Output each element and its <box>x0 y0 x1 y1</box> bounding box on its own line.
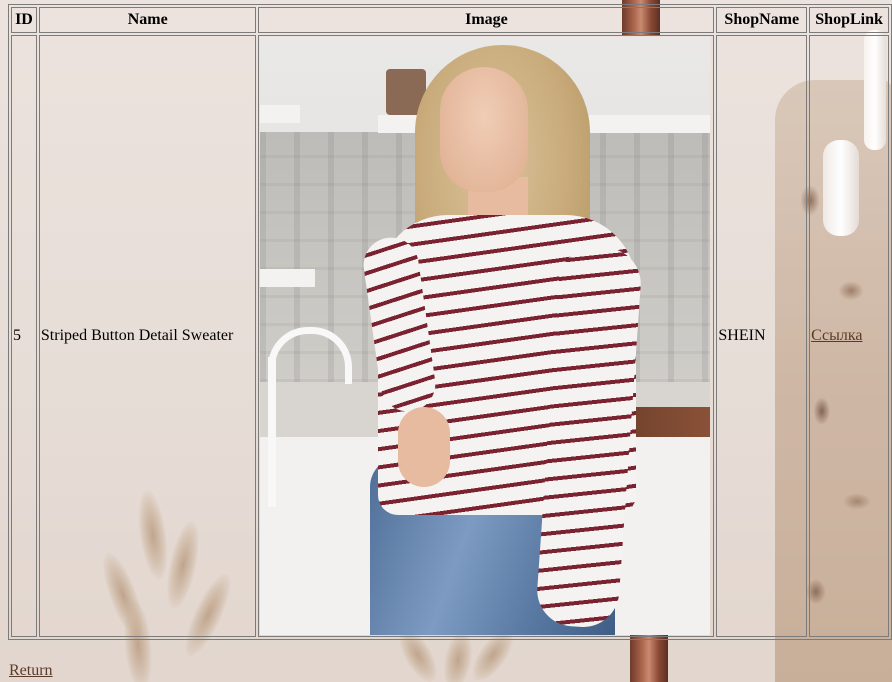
header-shop-link: ShopLink <box>809 7 889 33</box>
table-header-row: ID Name Image ShopName ShopLink <box>11 7 889 33</box>
header-name: Name <box>38 7 257 33</box>
model-hand <box>398 407 451 487</box>
header-id: ID <box>11 7 37 33</box>
shelf <box>260 105 301 123</box>
header-image: Image <box>258 7 715 33</box>
table-row: 5 Striped Button Detail Sweater SHEIN Сс… <box>11 35 889 637</box>
return-link[interactable]: Return <box>9 662 53 680</box>
cell-shop-name: SHEIN <box>716 35 808 637</box>
header-shop-name: ShopName <box>716 7 808 33</box>
product-table: ID Name Image ShopName ShopLink 5 Stripe… <box>8 4 892 640</box>
cell-name: Striped Button Detail Sweater <box>38 35 257 637</box>
cell-id: 5 <box>11 35 37 637</box>
background-pipe-bottom <box>630 634 668 682</box>
cell-shop-link: Ссылка <box>809 35 889 637</box>
faucet-stem <box>268 357 277 507</box>
cell-image <box>258 35 715 637</box>
model-face <box>440 67 529 192</box>
shop-link[interactable]: Ссылка <box>811 327 862 344</box>
shelf <box>260 269 316 287</box>
product-image <box>260 37 711 635</box>
